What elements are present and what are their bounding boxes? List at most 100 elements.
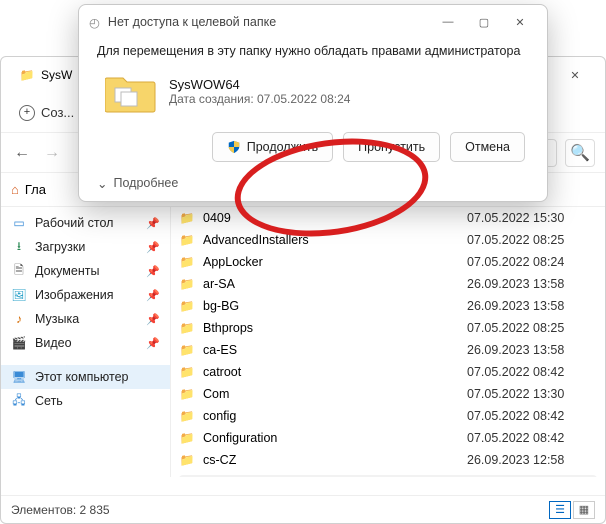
dialog-titlebar: ◴ Нет доступа к целевой папке ― ▢ ✕ bbox=[79, 5, 547, 39]
dialog-folder-info: SysWOW64 Дата создания: 07.05.2022 08:24 bbox=[97, 70, 529, 114]
file-row[interactable]: 📁 Bthprops 07.05.2022 08:25 bbox=[171, 317, 605, 339]
sidebar-item-label: Сеть bbox=[35, 394, 63, 408]
continue-button-label: Продолжить bbox=[247, 140, 318, 154]
picture-icon: 🖼 bbox=[11, 287, 27, 303]
file-row[interactable]: 📁040907.05.2022 15:30 bbox=[171, 207, 605, 229]
home-icon[interactable]: ⌂ bbox=[11, 182, 19, 197]
view-details-button[interactable]: ☰ bbox=[549, 501, 571, 519]
folder-icon: 📁 bbox=[19, 67, 35, 83]
sidebar-item-documents[interactable]: 🗎 Документы 📌 bbox=[1, 259, 170, 283]
file-row[interactable]: 📁 config 07.05.2022 08:42 bbox=[171, 405, 605, 427]
large-folder-icon bbox=[105, 70, 157, 114]
folder-icon: 📁 bbox=[179, 430, 195, 446]
file-date: 07.05.2022 08:42 bbox=[467, 431, 597, 445]
nav-forward[interactable]: → bbox=[41, 142, 63, 164]
dialog-more-label: Подробнее bbox=[113, 176, 178, 190]
continue-button[interactable]: Продолжить bbox=[212, 132, 333, 162]
network-icon: 🖧 bbox=[11, 393, 27, 409]
file-name: Bthprops bbox=[203, 321, 459, 335]
explorer-tab[interactable]: 📁 SysW bbox=[9, 63, 82, 87]
desktop-icon: ▭ bbox=[11, 215, 27, 231]
sidebar-item-video[interactable]: 🎬 Видео 📌 bbox=[1, 331, 170, 355]
folder-icon: 📁 bbox=[179, 254, 195, 270]
search-box[interactable]: 🔍 bbox=[565, 139, 595, 167]
folder-icon: 📁 bbox=[179, 232, 195, 248]
dialog-close-button[interactable]: ✕ bbox=[503, 10, 537, 34]
file-date: 26.09.2023 13:58 bbox=[467, 277, 597, 291]
sidebar-item-music[interactable]: ♪ Музыка 📌 bbox=[1, 307, 170, 331]
status-label: Элементов: bbox=[11, 503, 76, 517]
status-count: 2 835 bbox=[80, 503, 110, 517]
file-name: cs-CZ bbox=[203, 453, 459, 467]
new-button[interactable]: + Соз... bbox=[11, 101, 82, 125]
close-button[interactable]: ✕ bbox=[553, 60, 597, 90]
folder-icon: 📁 bbox=[179, 386, 195, 402]
folder-icon: 📁 bbox=[179, 276, 195, 292]
file-date: 07.05.2022 08:42 bbox=[467, 409, 597, 423]
file-row[interactable]: 📁 Com 07.05.2022 13:30 bbox=[171, 383, 605, 405]
plus-icon: + bbox=[19, 105, 35, 121]
pin-icon: 📌 bbox=[146, 241, 160, 254]
info-icon: ◴ bbox=[89, 15, 100, 30]
explorer-sidebar: ▭ Рабочий стол 📌 ⭳ Загрузки 📌 🗎 Документ… bbox=[1, 207, 171, 477]
status-bar: Элементов: 2 835 ☰ ▦ bbox=[1, 495, 605, 523]
file-date: 07.05.2022 08:25 bbox=[467, 321, 597, 335]
sidebar-item-desktop[interactable]: ▭ Рабочий стол 📌 bbox=[1, 211, 170, 235]
sidebar-item-pictures[interactable]: 🖼 Изображения 📌 bbox=[1, 283, 170, 307]
file-name: Com bbox=[203, 387, 459, 401]
file-row[interactable]: 📁 ar-SA 26.09.2023 13:58 bbox=[171, 273, 605, 295]
file-row[interactable]: 📁 bg-BG 26.09.2023 13:58 bbox=[171, 295, 605, 317]
file-date: 26.09.2023 12:58 bbox=[467, 453, 597, 467]
file-name: AdvancedInstallers bbox=[203, 233, 459, 247]
file-date: 07.05.2022 08:25 bbox=[467, 233, 597, 247]
dialog-folder-date: Дата создания: 07.05.2022 08:24 bbox=[169, 92, 350, 106]
file-row[interactable]: 📁 AppLocker 07.05.2022 08:24 bbox=[171, 251, 605, 273]
sidebar-item-network[interactable]: 🖧 Сеть bbox=[1, 389, 170, 413]
skip-button[interactable]: Пропустить bbox=[343, 132, 440, 162]
dialog-maximize-button[interactable]: ▢ bbox=[467, 10, 501, 34]
file-date: 07.05.2022 08:24 bbox=[467, 255, 597, 269]
file-name: ar-SA bbox=[203, 277, 459, 291]
file-row[interactable]: 📁ca-ES26.09.2023 13:58 bbox=[171, 339, 605, 361]
download-icon: ⭳ bbox=[11, 239, 27, 255]
breadcrumb-home[interactable]: Гла bbox=[25, 182, 46, 197]
file-date: 26.09.2023 13:58 bbox=[467, 299, 597, 313]
skip-button-label: Пропустить bbox=[358, 140, 425, 154]
new-button-label: Соз... bbox=[41, 105, 74, 120]
file-row[interactable]: 📁 catroot 07.05.2022 08:42 bbox=[171, 361, 605, 383]
folder-icon: 📁 bbox=[179, 342, 195, 358]
folder-icon: 📁 bbox=[179, 320, 195, 336]
file-list[interactable]: 📁040907.05.2022 15:30 📁 AdvancedInstallers… bbox=[171, 207, 605, 477]
dialog-message: Для перемещения в эту папку нужно облада… bbox=[97, 43, 529, 60]
file-date: 07.05.2022 08:42 bbox=[467, 365, 597, 379]
sidebar-item-this-pc[interactable]: 🖥 Этот компьютер bbox=[1, 365, 170, 389]
file-name: ca-ES bbox=[203, 343, 459, 357]
file-name: bg-BG bbox=[203, 299, 459, 313]
file-row[interactable]: 📁 AdvancedInstallers 07.05.2022 08:25 bbox=[171, 229, 605, 251]
view-icons-button[interactable]: ▦ bbox=[573, 501, 595, 519]
file-name: catroot bbox=[203, 365, 459, 379]
folder-icon: 📁 bbox=[179, 298, 195, 314]
dialog-minimize-button[interactable]: ― bbox=[431, 10, 465, 34]
dialog-title: Нет доступа к целевой папке bbox=[108, 15, 276, 29]
chevron-down-icon: ⌄ bbox=[97, 176, 107, 191]
cancel-button-label: Отмена bbox=[465, 140, 510, 154]
sidebar-item-label: Музыка bbox=[35, 312, 79, 326]
file-date: 07.05.2022 13:30 bbox=[467, 387, 597, 401]
dialog-more-toggle[interactable]: ⌄ Подробнее bbox=[79, 170, 547, 191]
file-row[interactable]: 📁cs-CZ26.09.2023 12:58 bbox=[171, 449, 605, 471]
sidebar-item-downloads[interactable]: ⭳ Загрузки 📌 bbox=[1, 235, 170, 259]
file-name: config bbox=[203, 409, 459, 423]
horizontal-scrollbar[interactable] bbox=[179, 475, 597, 477]
file-date: 07.05.2022 15:30 bbox=[467, 211, 597, 225]
cancel-button[interactable]: Отмена bbox=[450, 132, 525, 162]
file-row[interactable]: 📁 Configuration 07.05.2022 08:42 bbox=[171, 427, 605, 449]
pc-icon: 🖥 bbox=[11, 369, 27, 385]
sidebar-item-label: Документы bbox=[35, 264, 99, 278]
sidebar-item-label: Этот компьютер bbox=[35, 370, 128, 384]
file-name: AppLocker bbox=[203, 255, 459, 269]
folder-icon: 📁 bbox=[179, 408, 195, 424]
file-name: Configuration bbox=[203, 431, 459, 445]
nav-back[interactable]: ← bbox=[11, 142, 33, 164]
folder-icon: 📁 bbox=[179, 364, 195, 380]
